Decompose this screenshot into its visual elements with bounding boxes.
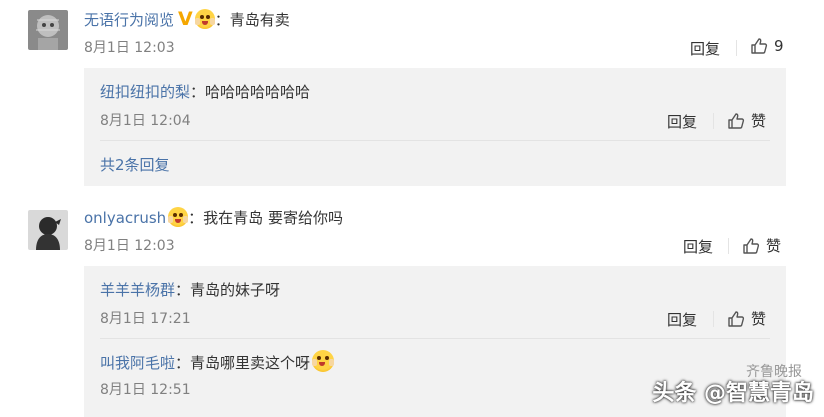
reply-label: 回复 [683,238,714,256]
reply-text: ：青岛哪里卖这个呀 [175,354,311,372]
comment-date: 8月1日 12:03 [84,238,175,254]
reply-button[interactable]: 回复 [667,309,697,330]
reply-date: 8月1日 17:21 [100,311,191,327]
comment-line: onlyacrush ：我在青岛 要寄给你吗 [84,207,343,228]
like-label: 赞 [751,310,767,328]
comment-text: ：青岛有卖 [214,11,290,29]
thumbs-up-icon [751,38,768,54]
comment-line: 无语行为阅览 V ：青岛有卖 [84,9,290,30]
like-button[interactable]: 9 [750,37,784,55]
like-label: 赞 [751,112,767,130]
reply-text: ：青岛的妹子呀 [175,281,281,299]
action-divider [728,238,729,254]
reply-button[interactable]: 回复 [690,38,720,59]
reply-label: 回复 [667,311,698,329]
reply-line: 叫我阿毛啦：青岛哪里卖这个呀 [100,350,335,373]
action-divider [713,311,714,327]
reply-label: 回复 [690,40,721,58]
reply-username[interactable]: 叫我阿毛啦 [100,354,175,372]
avatar[interactable] [28,10,68,50]
thumbs-up-icon [728,112,745,129]
reply-button[interactable]: 回复 [667,111,697,132]
reply-date: 8月1日 12:51 [100,382,191,398]
action-divider [736,40,737,56]
reply-username[interactable]: 羊羊羊杨群 [100,281,175,299]
reply-date: 8月1日 12:04 [100,113,191,129]
comment-date: 8月1日 12:03 [84,40,175,56]
username[interactable]: onlyacrush [84,209,166,227]
action-divider [713,113,714,129]
reply-line: 羊羊羊杨群：青岛的妹子呀 [100,280,280,300]
thumbs-up-icon [743,237,760,254]
avatar[interactable] [28,210,68,250]
like-label: 赞 [766,237,782,255]
reply-label: 回复 [667,113,698,131]
reply-divider [100,338,770,339]
username[interactable]: 无语行为阅览 [84,11,174,29]
surprised-emoji-icon [168,207,189,227]
like-button[interactable]: 赞 [727,308,766,329]
surprised-emoji-icon [312,350,335,372]
reply-username[interactable]: 纽扣纽扣的梨 [100,83,190,101]
watermark: 头条 @智慧青岛 [652,381,814,406]
comment-text: ：我在青岛 要寄给你吗 [188,209,343,227]
reply-text: ：哈哈哈哈哈哈哈 [190,83,311,101]
like-count: 9 [774,37,784,55]
like-button[interactable]: 赞 [742,235,781,256]
surprised-emoji-icon [194,9,215,29]
reply-line: 纽扣纽扣的梨：哈哈哈哈哈哈哈 [100,82,310,102]
reply-button[interactable]: 回复 [683,236,713,257]
more-replies-link[interactable]: 共2条回复 [100,155,170,175]
v-badge-icon: V [178,8,193,30]
reply-divider [100,140,770,141]
like-button[interactable]: 赞 [727,110,766,131]
thumbs-up-icon [728,310,745,327]
